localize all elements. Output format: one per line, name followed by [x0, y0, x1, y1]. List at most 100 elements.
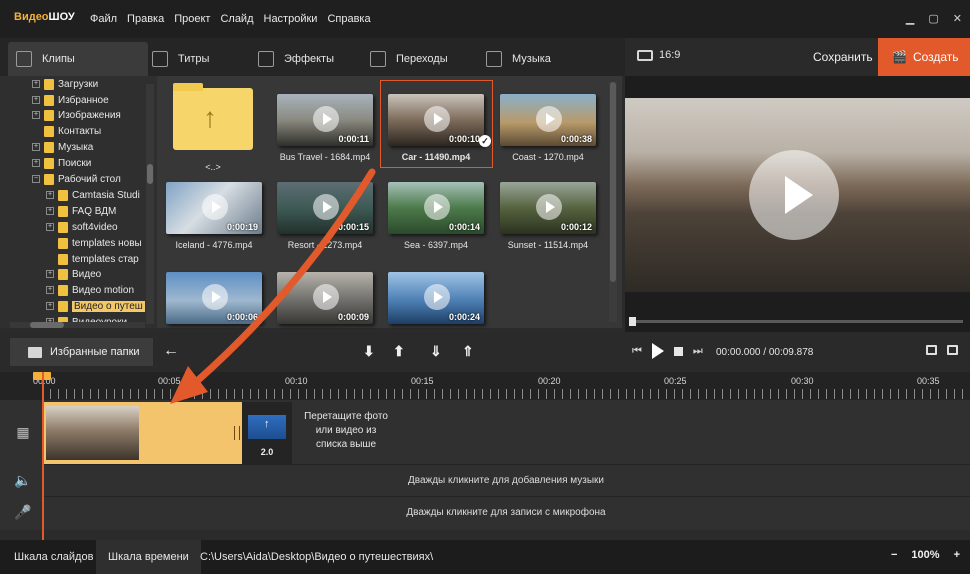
expand-icon[interactable]: + [46, 302, 54, 310]
aspect-ratio-selector[interactable]: 16:9 [637, 49, 680, 61]
tree-item-selected[interactable]: + Видео о путеш [46, 298, 145, 314]
tab-timeline[interactable]: Шкала времени [96, 540, 201, 574]
tree-item-label: FAQ ВДМ [72, 205, 117, 217]
tab-transitions[interactable]: Переходы [362, 42, 472, 76]
resize-handle[interactable] [234, 426, 240, 440]
collapse-icon[interactable]: − [32, 175, 40, 183]
clip-item[interactable]: 0:00:14 Sea - 6397.mp4 [388, 182, 484, 250]
save-button[interactable]: Сохранить [813, 50, 873, 64]
expand-icon[interactable]: + [46, 207, 54, 215]
scrollbar-thumb[interactable] [610, 82, 616, 282]
next-icon[interactable]: ⏭ [693, 345, 703, 358]
zoom-out-icon[interactable]: − [891, 549, 897, 561]
close-icon[interactable]: ✕ [953, 12, 962, 25]
play-icon[interactable] [651, 343, 664, 359]
clip-item[interactable]: 0:00:12 Sunset - 11514.mp4 [500, 182, 596, 250]
mic-track-hint[interactable]: Дважды кликните для записи с микрофона [42, 507, 970, 518]
tree-item[interactable]: + Видео motion [46, 282, 134, 298]
tree-item[interactable]: + soft4video [46, 219, 118, 235]
playhead-line[interactable] [42, 372, 44, 540]
menu-slide[interactable]: Слайд [220, 13, 253, 25]
expand-icon[interactable]: + [46, 270, 54, 278]
tree-vertical-scrollbar[interactable] [146, 84, 154, 324]
tree-item[interactable]: + FAQ ВДМ [46, 203, 116, 219]
menu-help[interactable]: Справка [327, 13, 370, 25]
expand-icon[interactable]: + [46, 286, 54, 294]
clip-item[interactable]: 0:00:38 Coast - 1270.mp4 [500, 94, 596, 162]
tree-item[interactable]: + Поиски [32, 155, 91, 171]
tree-item[interactable]: Контакты [44, 123, 101, 139]
preview-seekbar[interactable] [629, 317, 963, 326]
tree-item[interactable]: + Camtasia Studi [46, 187, 140, 203]
big-play-icon[interactable] [749, 150, 839, 240]
tree-item[interactable]: + Изображения [32, 107, 121, 123]
tree-item[interactable]: + Загрузки [32, 76, 98, 92]
create-button[interactable]: 🎬 Создать [878, 38, 970, 76]
time-current: 00:00.000 [716, 347, 761, 358]
timeline-ruler[interactable]: 00:00 00:05 00:10 00:15 00:20 00:25 00:3… [0, 372, 970, 400]
tree-item-label: Изображения [58, 109, 121, 121]
expand-icon[interactable]: + [32, 96, 40, 104]
add-all-up-icon[interactable]: ⇑ [462, 343, 474, 360]
move-down-icon[interactable]: ⬇ [363, 343, 375, 360]
clip-item[interactable]: 0:00:06 [166, 272, 262, 324]
menu-settings[interactable]: Настройки [264, 13, 318, 25]
clip-item[interactable]: 0:00:24 [388, 272, 484, 324]
menu-edit[interactable]: Правка [127, 13, 164, 25]
stop-icon[interactable] [673, 346, 683, 356]
clip-item[interactable]: 0:00:15 Resort - 1273.mp4 [277, 182, 373, 250]
tab-effects[interactable]: Эффекты [250, 42, 360, 76]
tab-music[interactable]: Музыка [478, 42, 588, 76]
tree-horizontal-scrollbar[interactable] [10, 322, 145, 328]
up-arrow-icon: ↑ [203, 102, 217, 133]
clip-item[interactable]: 0:00:11 Bus Travel - 1684.mp4 [277, 94, 373, 162]
back-arrow-icon[interactable]: ← [163, 342, 179, 360]
tab-music-label: Музыка [512, 53, 551, 65]
add-all-down-icon[interactable]: ⇓ [430, 343, 442, 360]
maximize-icon[interactable]: ▢ [928, 12, 938, 25]
tree-item[interactable]: + Избранное [32, 92, 109, 108]
tree-item[interactable]: templates новы [58, 235, 142, 251]
move-up-icon[interactable]: ⬆ [393, 343, 405, 360]
scrollbar-thumb[interactable] [147, 164, 153, 184]
prev-icon[interactable]: ⏮ [632, 345, 642, 358]
seekbar-knob[interactable] [629, 317, 636, 326]
clip-item[interactable]: 0:00:09 [277, 272, 373, 324]
slide-thumbnail [46, 406, 139, 460]
menu-file[interactable]: Файл [90, 13, 117, 25]
expand-icon[interactable]: + [32, 111, 40, 119]
clips-icon [16, 51, 32, 67]
preview-video[interactable] [625, 98, 970, 292]
clips-scrollbar[interactable] [609, 82, 617, 322]
favorite-folders-button[interactable]: Избранные папки [10, 338, 153, 366]
play-icon [424, 106, 450, 132]
expand-icon[interactable]: + [46, 191, 54, 199]
zoom-in-icon[interactable]: + [954, 549, 960, 561]
tab-titles[interactable]: Титры [144, 42, 254, 76]
snapshot-icon[interactable] [926, 345, 937, 355]
main-menu: Файл Правка Проект Слайд Настройки Справ… [90, 13, 371, 25]
tree-item[interactable]: + Видео [46, 266, 101, 282]
clip-duration: 0:00:15 [337, 222, 369, 232]
clip-item[interactable]: 0:00:19 Iceland - 4776.mp4 [166, 182, 262, 250]
expand-icon[interactable]: + [32, 143, 40, 151]
fullscreen-icon[interactable] [947, 345, 958, 355]
zoom-level: 100% [911, 549, 940, 561]
tree-item[interactable]: − Рабочий стол [32, 171, 121, 187]
tab-clips[interactable]: Клипы [8, 42, 148, 76]
music-track-hint[interactable]: Дважды кликните для добавления музыки [42, 475, 970, 486]
timeline-transition[interactable]: 2.0 [242, 402, 292, 464]
tab-slide-track[interactable]: Шкала слайдов [2, 540, 105, 574]
clip-item-selected[interactable]: 0:00:10 Car - 11490.mp4 [388, 94, 484, 162]
expand-icon[interactable]: + [32, 80, 40, 88]
tree-item-label: Camtasia Studi [72, 189, 140, 201]
expand-icon[interactable]: + [46, 223, 54, 231]
folder-icon [44, 78, 54, 90]
menu-project[interactable]: Проект [174, 13, 210, 25]
tree-item[interactable]: templates стар [58, 251, 139, 267]
minimize-icon[interactable]: ▁ [906, 12, 914, 25]
scrollbar-thumb[interactable] [30, 322, 64, 328]
expand-icon[interactable]: + [32, 159, 40, 167]
timeline-slide[interactable] [43, 402, 242, 464]
tree-item[interactable]: + Музыка [32, 139, 93, 155]
